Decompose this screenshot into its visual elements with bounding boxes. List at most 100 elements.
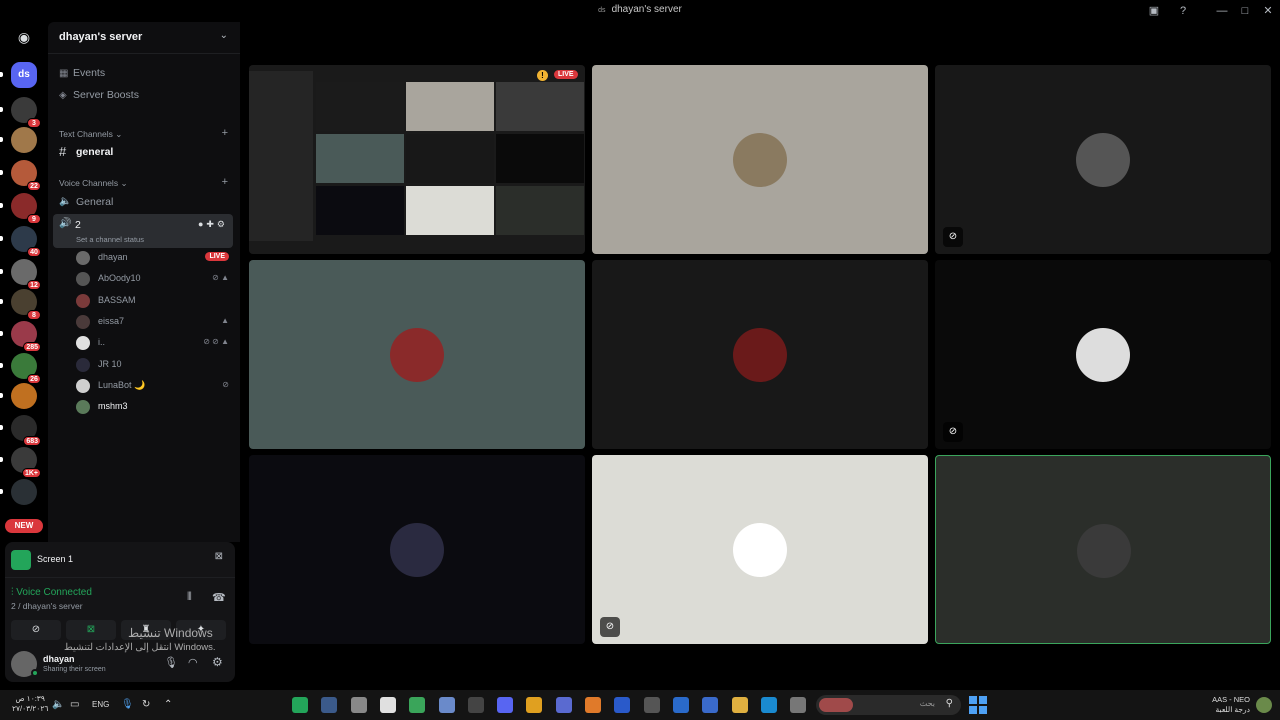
stop-stream-icon[interactable]: ⊠ (215, 551, 223, 562)
participant-tile[interactable] (249, 455, 585, 644)
voice-state-icons: ▲ (221, 315, 229, 325)
voice-channels-category[interactable]: Voice Channels ⌄ (59, 178, 128, 189)
server-icon[interactable]: 9 (11, 193, 41, 224)
sync-icon[interactable]: ↻ (142, 699, 150, 710)
server-icon[interactable]: 26 (11, 353, 41, 384)
server-icon[interactable] (11, 383, 37, 409)
tray-widget[interactable]: AAS - NEO درجة اللعبة (1212, 695, 1250, 715)
taskbar-app-icon[interactable] (292, 697, 308, 713)
server-icon[interactable]: 683 (11, 415, 41, 446)
participant-tile[interactable] (935, 455, 1271, 644)
voice-user[interactable]: LunaBot 🌙 ⊘ (76, 376, 233, 396)
server-header[interactable]: dhayan's server ⌄ (48, 22, 240, 54)
maximize-button[interactable]: □ (1237, 3, 1253, 19)
help-icon[interactable]: ? (1175, 3, 1191, 19)
clock-time: ١٠:٣٩ ص (15, 694, 45, 703)
server-icon[interactable]: 1K+ (11, 447, 41, 478)
noise-suppression-icon[interactable]: ⦀ (187, 591, 192, 604)
clock[interactable]: ١٠:٣٩ ص ٢٧/٠٣/٢٠٢٦ (12, 694, 48, 714)
text-channels-category[interactable]: Text Channels ⌄ (59, 129, 122, 140)
headphones-icon[interactable]: ◠ (188, 656, 198, 669)
live-badge: LIVE (554, 70, 578, 79)
server-icon[interactable]: 3 (11, 97, 41, 128)
volume-icon[interactable]: 🔈 (52, 699, 64, 710)
server-icon[interactable]: 22 (11, 160, 41, 191)
taskbar-app-icon[interactable] (585, 697, 601, 713)
channel-status[interactable]: Set a channel status (76, 235, 144, 244)
avatar (76, 293, 90, 308)
channel-general[interactable]: # general (53, 142, 233, 162)
taskbar-app-icon[interactable] (321, 697, 338, 713)
voice-user[interactable]: mshm3 (76, 397, 233, 417)
language-indicator[interactable]: ENG (92, 700, 109, 709)
voice-connected-status[interactable]: ⫶ Voice Connected (11, 587, 92, 598)
taskbar-app-icon[interactable] (643, 697, 660, 713)
mention-badge: 9 (27, 214, 41, 224)
add-voice-channel-icon[interactable]: + (222, 176, 228, 188)
events-item[interactable]: ▦ Events (59, 67, 105, 79)
participant-tile[interactable] (592, 260, 928, 449)
voice-user[interactable]: i.. ⊘ ⊘ ▲ (76, 333, 233, 353)
taskbar-app-icon[interactable] (555, 697, 572, 713)
game-tray-icon[interactable] (1256, 697, 1272, 713)
participant-avatar (733, 523, 787, 577)
voice-user[interactable]: AbOody10 ⊘ ▲ (76, 269, 233, 289)
server-icon[interactable] (11, 479, 37, 505)
avatar (76, 336, 90, 351)
voice-channel-general[interactable]: 🔈 General (53, 192, 233, 212)
server-icon[interactable]: ds (11, 62, 37, 88)
mention-badge: 285 (23, 342, 41, 352)
participant-tile[interactable]: ⊘ (935, 260, 1271, 449)
screen-share-tile[interactable]: ! LIVE (249, 65, 585, 254)
participant-tile[interactable]: ⊘ (592, 455, 928, 644)
discord-home-icon[interactable]: ◉ (12, 29, 36, 47)
taskbar-app-icon[interactable] (526, 697, 543, 713)
taskbar-app-icon[interactable] (760, 697, 777, 713)
search-box[interactable]: بحث ⚲ (816, 695, 961, 715)
windows-start-icon[interactable] (969, 696, 987, 714)
taskbar-app-icon[interactable] (438, 697, 455, 713)
voice-location[interactable]: 2 / dhayan's server (11, 601, 83, 611)
boosts-item[interactable]: ◈ Server Boosts (59, 89, 139, 101)
camera-off-button[interactable]: ⊘ (11, 620, 61, 640)
inbox-icon[interactable]: ▣ (1146, 3, 1162, 19)
close-button[interactable]: ✕ (1260, 3, 1276, 19)
voice-user[interactable]: BASSAM (76, 291, 233, 311)
participant-tile[interactable]: ⊘ (935, 65, 1271, 254)
server-icon[interactable]: 285 (11, 321, 41, 352)
taskbar-app-icon[interactable] (672, 697, 689, 713)
disconnect-icon[interactable]: ☎ (212, 591, 226, 604)
taskbar-app-icon[interactable] (497, 697, 514, 713)
taskbar-app-icon[interactable] (731, 697, 748, 713)
server-icon[interactable]: 40 (11, 226, 41, 257)
chevron-up-icon[interactable]: ⌃ (164, 699, 172, 710)
add-text-channel-icon[interactable]: + (222, 127, 228, 139)
server-icon[interactable]: 12 (11, 259, 41, 290)
participant-avatar (1076, 133, 1130, 187)
warning-icon[interactable]: ! (537, 70, 548, 81)
server-icon[interactable]: 8 (11, 289, 41, 320)
channel-action-icons[interactable]: ●✚⚙ (198, 219, 228, 230)
screen-share-button[interactable]: ⊠ (66, 620, 116, 640)
taskbar-app-icon[interactable] (790, 697, 807, 713)
minimize-button[interactable]: — (1214, 3, 1230, 19)
taskbar-app-icon[interactable] (702, 697, 719, 713)
taskbar-app-icon[interactable] (379, 697, 396, 713)
mic-tray-icon[interactable]: 🎙 (121, 699, 134, 710)
taskbar-app-icon[interactable] (350, 697, 367, 713)
taskbar-app-icon[interactable] (614, 697, 631, 713)
taskbar-app-icon[interactable] (409, 697, 426, 713)
participant-tile[interactable] (249, 260, 585, 449)
server-icon[interactable] (11, 127, 37, 153)
server-name: dhayan's server (59, 31, 143, 43)
voice-channel-2[interactable]: 🔊 2 Set a channel status ●✚⚙ (53, 214, 233, 248)
voice-user[interactable]: JR 10 (76, 355, 233, 375)
new-badge[interactable]: NEW (5, 519, 43, 533)
participant-tile[interactable] (592, 65, 928, 254)
microphone-icon[interactable]: 🎙 (164, 656, 178, 669)
gear-icon[interactable]: ⚙ (212, 655, 223, 669)
voice-user[interactable]: dhayan LIVE (76, 248, 233, 268)
network-icon[interactable]: ▭ (70, 699, 79, 710)
voice-user[interactable]: eissa7 ▲ (76, 312, 233, 332)
taskbar-app-icon[interactable] (467, 697, 484, 713)
